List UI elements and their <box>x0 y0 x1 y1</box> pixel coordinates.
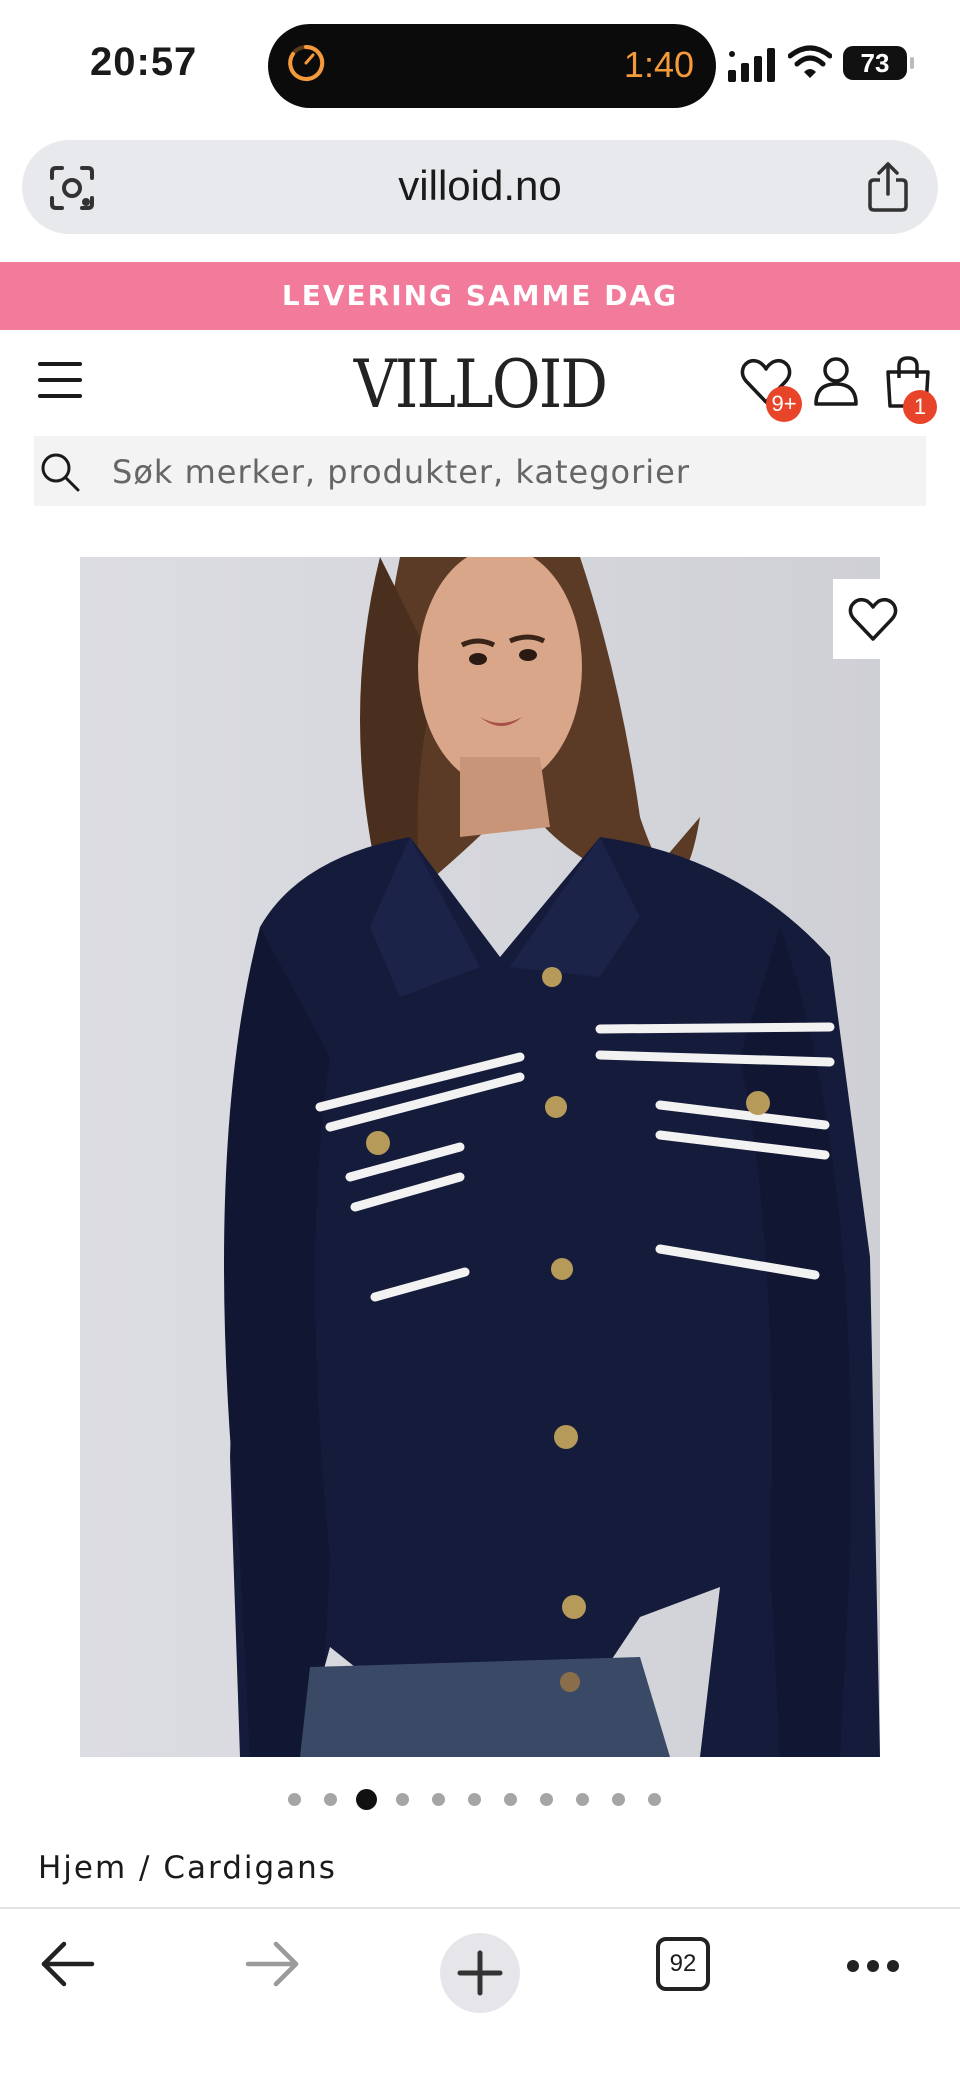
cellular-signal-icon <box>728 48 775 82</box>
search-bar <box>34 436 926 508</box>
gallery-dot[interactable] <box>432 1792 445 1806</box>
timer-icon <box>288 44 325 81</box>
gallery-dot[interactable] <box>356 1788 377 1810</box>
url-text[interactable]: villoid.no <box>22 162 938 210</box>
site-header: VILLOID 9+ 1 <box>0 330 960 432</box>
search-input[interactable] <box>110 436 894 508</box>
breadcrumb[interactable]: Hjem / Cardigans <box>38 1850 337 1886</box>
new-tab-button[interactable] <box>440 1933 520 2013</box>
heart-icon <box>848 597 898 641</box>
status-time: 20:57 <box>90 40 198 84</box>
battery-indicator: 73 <box>843 46 914 80</box>
add-to-wishlist-button[interactable] <box>833 579 913 659</box>
cart-count-badge: 1 <box>903 390 937 424</box>
product-image[interactable] <box>80 557 880 1757</box>
wishlist-count-badge: 9+ <box>766 386 802 422</box>
gallery-dot[interactable] <box>504 1792 517 1806</box>
gallery-dot[interactable] <box>288 1792 301 1806</box>
ellipsis-icon[interactable] <box>846 1959 900 1973</box>
browser-toolbar: 92 <box>0 1907 960 2083</box>
gallery-dot[interactable] <box>324 1792 337 1806</box>
gallery-dot[interactable] <box>396 1792 409 1806</box>
status-bar: 20:57 1:40 73 <box>0 0 960 130</box>
tabs-count-button[interactable]: 92 <box>656 1937 710 1991</box>
share-icon[interactable] <box>866 162 910 212</box>
address-bar[interactable]: villoid.no <box>22 140 938 234</box>
dynamic-island[interactable]: 1:40 <box>268 24 716 108</box>
plus-icon <box>457 1950 503 1996</box>
user-icon[interactable] <box>808 354 864 410</box>
gallery-dot[interactable] <box>540 1792 553 1806</box>
gallery-dot[interactable] <box>648 1792 661 1806</box>
arrow-left-icon[interactable] <box>40 1939 96 1989</box>
promo-banner[interactable]: LEVERING SAMME DAG <box>0 262 960 330</box>
product-photo <box>80 557 880 1757</box>
gallery-pagination <box>288 1787 684 1811</box>
timer-readout: 1:40 <box>623 44 694 85</box>
search-icon[interactable] <box>38 450 82 494</box>
gallery-dot[interactable] <box>576 1792 589 1806</box>
arrow-right-icon[interactable] <box>244 1939 300 1989</box>
gallery-dot[interactable] <box>468 1792 481 1806</box>
wifi-icon <box>788 45 832 78</box>
gallery-dot[interactable] <box>612 1792 625 1806</box>
